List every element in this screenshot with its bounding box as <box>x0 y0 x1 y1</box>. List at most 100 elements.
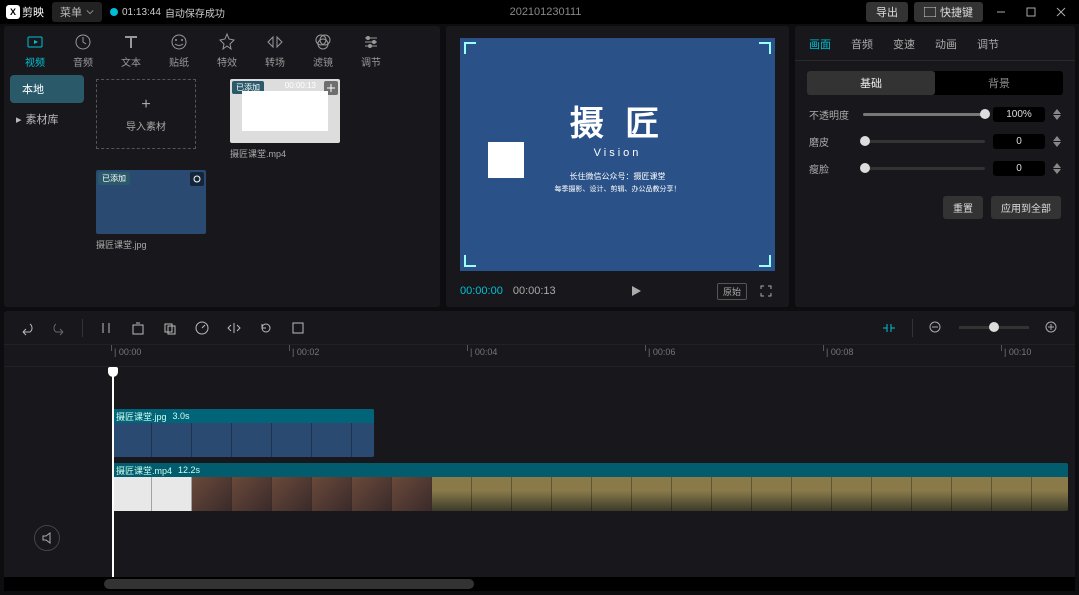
import-button[interactable]: + 导入素材 <box>96 79 196 149</box>
menu-label: 菜单 <box>60 4 82 20</box>
zoom-slider[interactable] <box>959 326 1029 329</box>
prop-tab-3[interactable]: 动画 <box>929 32 963 56</box>
zoom-in-button[interactable] <box>1043 319 1061 337</box>
prop-tab-2[interactable]: 变速 <box>887 32 921 56</box>
crop-handle-br[interactable] <box>759 255 771 267</box>
props-subtabs: 基础背景 <box>807 71 1063 95</box>
value-box-2[interactable]: 0 <box>993 161 1045 176</box>
rotate-button[interactable] <box>257 319 275 337</box>
save-status: 自动保存成功 <box>165 5 225 20</box>
ruler-mark: | 00:02 <box>292 347 319 357</box>
timeline-ruler[interactable]: | 00:00| 00:02| 00:04| 00:06| 00:08| 00:… <box>4 345 1075 367</box>
transition-icon <box>264 32 286 52</box>
minimize-button[interactable] <box>989 0 1013 24</box>
filter-icon <box>312 32 334 52</box>
props-tabs: 画面音频变速动画调节 <box>795 26 1075 61</box>
maximize-button[interactable] <box>1019 0 1043 24</box>
menu-dropdown[interactable]: 菜单 <box>52 2 102 22</box>
fullscreen-button[interactable] <box>757 282 775 300</box>
mute-track-button[interactable] <box>34 525 60 551</box>
crop-handle-bl[interactable] <box>464 255 476 267</box>
time-current: 00:00:00 <box>460 285 503 297</box>
preview-text-1: 长住微信公众号：摄匠课堂 <box>570 171 666 182</box>
ratio-button[interactable]: 原始 <box>717 283 747 300</box>
prop-row-1: 磨皮 0 <box>795 128 1075 155</box>
crop-handle-tl[interactable] <box>464 42 476 54</box>
properties-panel: 画面音频变速动画调节 基础背景 不透明度 100% 磨皮 0 瘦脸 0 重置 应… <box>795 26 1075 307</box>
split-button[interactable] <box>97 319 115 337</box>
shortcut-button[interactable]: 快捷键 <box>914 2 983 22</box>
delete-button[interactable] <box>129 319 147 337</box>
prop-subtab-0[interactable]: 基础 <box>807 71 935 95</box>
undo-button[interactable] <box>18 319 36 337</box>
tab-filter[interactable]: 滤镜 <box>306 32 340 69</box>
logo-icon: X <box>6 5 20 19</box>
app-name: 剪映 <box>22 4 44 20</box>
tab-adjust[interactable]: 调节 <box>354 32 388 69</box>
playhead[interactable] <box>112 367 114 577</box>
reset-button[interactable]: 重置 <box>943 196 983 219</box>
timeline-tracks[interactable]: 摄匠课堂.jpg3.0s 摄匠课堂.mp412.2s <box>4 367 1075 577</box>
preview-canvas[interactable]: 摄 匠 Vision 长住微信公众号：摄匠课堂 每季摄影、设计、剪辑、办公品教分… <box>460 38 775 271</box>
added-badge: 已添加 <box>98 172 130 185</box>
spinner-2[interactable] <box>1053 163 1061 174</box>
spinner-0[interactable] <box>1053 109 1061 120</box>
video-icon <box>24 32 46 52</box>
value-box-1[interactable]: 0 <box>993 134 1045 149</box>
timeline-clip-0[interactable]: 摄匠课堂.jpg3.0s <box>112 409 374 457</box>
slider-0[interactable] <box>863 113 985 116</box>
save-time: 01:13:44 <box>122 7 161 18</box>
apply-all-button[interactable]: 应用到全部 <box>991 196 1061 219</box>
preview-title: 摄 匠 <box>570 96 665 145</box>
tab-audio[interactable]: 音频 <box>66 32 100 69</box>
snap-toggle[interactable] <box>880 319 898 337</box>
clip-header: 摄匠课堂.jpg3.0s <box>112 409 374 423</box>
prop-tab-0[interactable]: 画面 <box>803 32 837 56</box>
project-name: 202101230111 <box>233 6 858 18</box>
cut-button[interactable] <box>289 319 307 337</box>
prop-tab-4[interactable]: 调节 <box>971 32 1005 56</box>
tab-video[interactable]: 视频 <box>18 32 52 69</box>
crop-handle-tr[interactable] <box>759 42 771 54</box>
clip-duration: 00:00:13 <box>285 81 316 90</box>
scrollbar-thumb[interactable] <box>104 579 474 589</box>
tab-effect[interactable]: 特效 <box>210 32 244 69</box>
keyboard-icon <box>924 7 936 17</box>
prop-row-0: 不透明度 100% <box>795 101 1075 128</box>
preview-controls: 00:00:00 00:00:13 原始 <box>446 279 789 307</box>
qr-icon <box>488 142 524 178</box>
spinner-1[interactable] <box>1053 136 1061 147</box>
prop-row-2: 瘦脸 0 <box>795 155 1075 182</box>
play-button[interactable] <box>627 282 645 300</box>
redo-button[interactable] <box>50 319 68 337</box>
speed-button[interactable] <box>193 319 211 337</box>
media-tabs: 视频 音频 文本 贴纸 特效 转场 滤镜 调节 <box>4 26 440 73</box>
text-icon <box>120 32 142 52</box>
prop-tab-1[interactable]: 音频 <box>845 32 879 56</box>
sticker-icon <box>168 32 190 52</box>
slider-2[interactable] <box>863 167 985 170</box>
plus-icon: + <box>141 96 150 114</box>
tab-transition[interactable]: 转场 <box>258 32 292 69</box>
close-button[interactable] <box>1049 0 1073 24</box>
media-clip-image[interactable]: 已添加 摄匠课堂.jpg <box>96 170 206 251</box>
sidebar-item-本地[interactable]: 本地 <box>10 75 84 103</box>
mirror-button[interactable] <box>225 319 243 337</box>
autosave-indicator: 01:13:44 自动保存成功 <box>110 5 225 20</box>
zoom-out-button[interactable] <box>927 319 945 337</box>
slider-1[interactable] <box>863 140 985 143</box>
ruler-mark: | 00:10 <box>1004 347 1031 357</box>
tab-sticker[interactable]: 贴纸 <box>162 32 196 69</box>
tab-text[interactable]: 文本 <box>114 32 148 69</box>
add-to-track-icon[interactable] <box>190 172 204 186</box>
timeline-scrollbar[interactable] <box>4 577 1075 591</box>
sidebar-item-素材库[interactable]: ▸素材库 <box>4 105 90 133</box>
media-clip-video[interactable]: 已添加 00:00:13 摄匠课堂.mp4 <box>230 79 340 160</box>
prop-subtab-1[interactable]: 背景 <box>935 71 1063 95</box>
value-box-0[interactable]: 100% <box>993 107 1045 122</box>
chevron-down-icon <box>86 8 94 16</box>
export-button[interactable]: 导出 <box>866 2 908 22</box>
import-label: 导入素材 <box>126 118 166 133</box>
crop-button[interactable] <box>161 319 179 337</box>
timeline-clip-1[interactable]: 摄匠课堂.mp412.2s <box>112 463 1068 511</box>
